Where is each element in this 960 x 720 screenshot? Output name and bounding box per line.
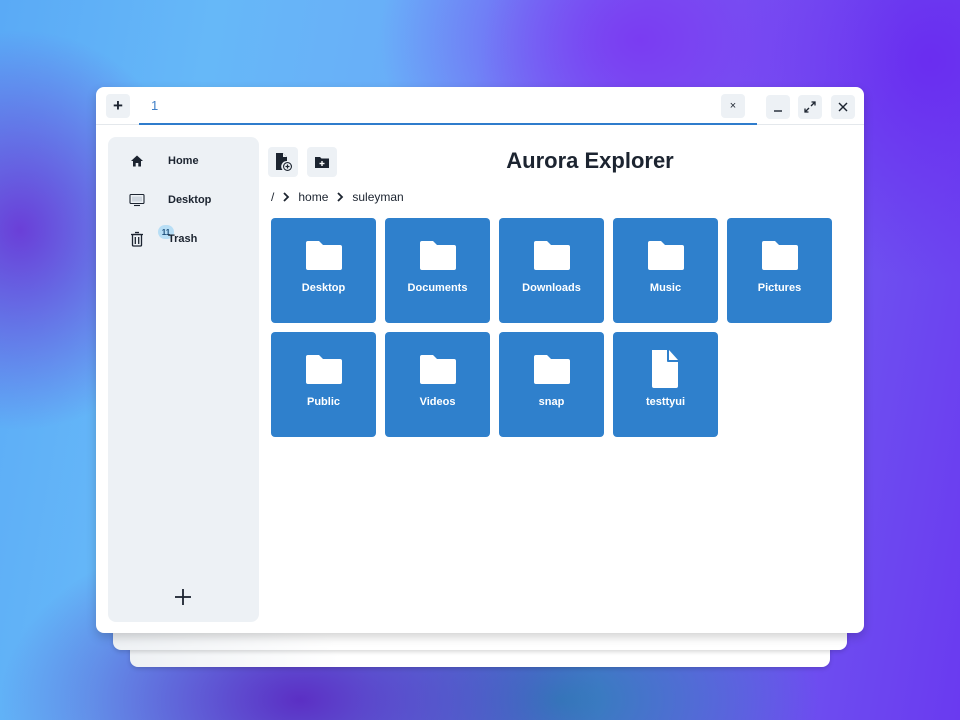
folder-tile-downloads[interactable]: Downloads <box>499 218 604 323</box>
sidebar-item-desktop[interactable]: Desktop <box>108 185 259 215</box>
new-file-icon <box>276 153 292 171</box>
tile-label: Documents <box>407 282 468 294</box>
tab-1[interactable]: 1 <box>139 87 757 125</box>
folder-tile-videos[interactable]: Videos <box>385 332 490 437</box>
breadcrumb-home[interactable]: home <box>298 190 328 204</box>
maximize-button[interactable] <box>798 95 822 119</box>
tile-label: Pictures <box>757 282 802 294</box>
plus-icon <box>175 589 191 605</box>
tab-close-button[interactable]: × <box>721 94 745 118</box>
close-icon <box>838 102 848 112</box>
new-file-button[interactable] <box>268 147 298 177</box>
folder-tile-music[interactable]: Music <box>613 218 718 323</box>
add-location-button[interactable] <box>171 585 195 609</box>
folder-tile-documents[interactable]: Documents <box>385 218 490 323</box>
tile-label: Desktop <box>301 282 346 294</box>
folder-tile-desktop[interactable]: Desktop <box>271 218 376 323</box>
folder-tile-pictures[interactable]: Pictures <box>727 218 832 323</box>
sidebar-item-label: Home <box>168 155 199 167</box>
folder-icon <box>532 238 572 274</box>
folder-tile-snap[interactable]: snap <box>499 332 604 437</box>
trash-icon: 11 <box>128 225 174 248</box>
folder-icon <box>418 352 458 388</box>
file-explorer-window: + 1 × Home Desktop 11 Trash Aurora Explo… <box>96 87 864 633</box>
folder-icon <box>532 352 572 388</box>
minimize-icon <box>774 110 782 112</box>
new-folder-button[interactable] <box>307 147 337 177</box>
minimize-button[interactable] <box>766 95 790 119</box>
tile-label: snap <box>538 396 565 408</box>
tile-label: Downloads <box>522 282 581 294</box>
tile-label: Videos <box>419 396 456 408</box>
sidebar-item-label: Trash <box>168 233 198 245</box>
folder-icon <box>304 352 344 388</box>
folder-tile-public[interactable]: Public <box>271 332 376 437</box>
folder-icon <box>304 238 344 274</box>
close-window-button[interactable] <box>831 95 855 119</box>
breadcrumb: / home suleyman <box>271 189 404 205</box>
file-grid: Desktop Documents Downloads Music Pictures Pu… <box>271 218 832 437</box>
sidebar: Home Desktop 11 Trash <box>108 137 259 622</box>
folder-icon <box>646 238 686 274</box>
file-tile-testtyui[interactable]: testtyui <box>613 332 718 437</box>
folder-icon <box>418 238 458 274</box>
sidebar-item-home[interactable]: Home <box>108 146 259 176</box>
sidebar-item-label: Desktop <box>168 194 212 206</box>
tile-label: Music <box>649 282 682 294</box>
chevron-right-icon <box>282 192 290 202</box>
tile-label: Public <box>306 396 340 408</box>
folder-icon <box>760 238 800 274</box>
home-icon <box>128 152 146 170</box>
new-folder-icon <box>315 157 329 168</box>
sidebar-item-trash[interactable]: 11 Trash <box>108 224 259 254</box>
chevron-right-icon <box>336 192 344 202</box>
app-title: Aurora Explorer <box>506 148 674 173</box>
breadcrumb-root[interactable]: / <box>271 190 274 204</box>
new-tab-button[interactable]: + <box>106 94 130 118</box>
title-bar: + 1 × <box>96 87 864 125</box>
breadcrumb-suleyman[interactable]: suleyman <box>352 190 403 204</box>
maximize-icon <box>804 101 816 113</box>
tile-label: testtyui <box>645 396 686 408</box>
tab-label: 1 <box>151 98 159 113</box>
monitor-icon <box>128 191 146 209</box>
file-icon <box>645 349 685 388</box>
